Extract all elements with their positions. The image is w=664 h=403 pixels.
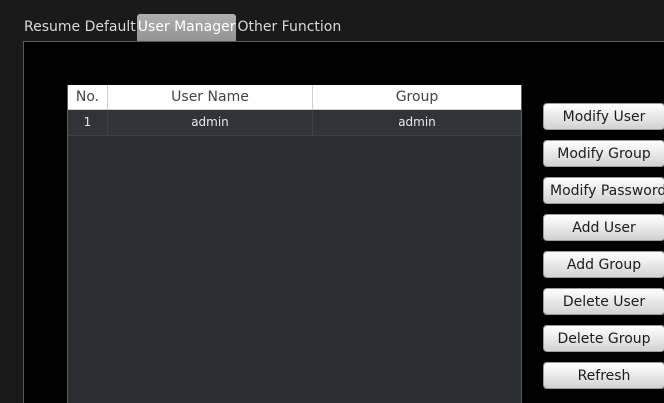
tab-resume-default[interactable]: Resume Default bbox=[23, 14, 137, 41]
cell-no: 1 bbox=[68, 110, 108, 135]
modify-group-button[interactable]: Modify Group bbox=[543, 140, 664, 167]
table-header: No. User Name Group bbox=[68, 85, 521, 110]
app-window: Resume Default User Manager Other Functi… bbox=[0, 0, 664, 403]
table-row[interactable]: 1 admin admin bbox=[68, 110, 521, 136]
delete-group-button[interactable]: Delete Group bbox=[543, 325, 664, 352]
action-buttons: Modify User Modify Group Modify Password… bbox=[543, 103, 664, 399]
column-header-group[interactable]: Group bbox=[313, 85, 521, 109]
cell-user-name: admin bbox=[108, 110, 313, 135]
add-user-button[interactable]: Add User bbox=[543, 214, 664, 241]
column-header-no[interactable]: No. bbox=[68, 85, 108, 109]
cell-group: admin bbox=[398, 115, 436, 129]
tab-bar: Resume Default User Manager Other Functi… bbox=[23, 14, 342, 41]
refresh-button[interactable]: Refresh bbox=[543, 362, 664, 389]
add-group-button[interactable]: Add Group bbox=[543, 251, 664, 278]
column-header-user-name[interactable]: User Name bbox=[108, 85, 313, 109]
tab-user-manager[interactable]: User Manager bbox=[136, 14, 237, 41]
modify-user-button[interactable]: Modify User bbox=[543, 103, 664, 130]
modify-password-button[interactable]: Modify Password bbox=[543, 177, 664, 204]
tab-content-panel: No. User Name Group 1 admin admin Modify… bbox=[23, 41, 664, 403]
user-table: No. User Name Group 1 admin admin bbox=[67, 85, 522, 403]
tab-other-function[interactable]: Other Function bbox=[236, 14, 342, 41]
delete-user-button[interactable]: Delete User bbox=[543, 288, 664, 315]
